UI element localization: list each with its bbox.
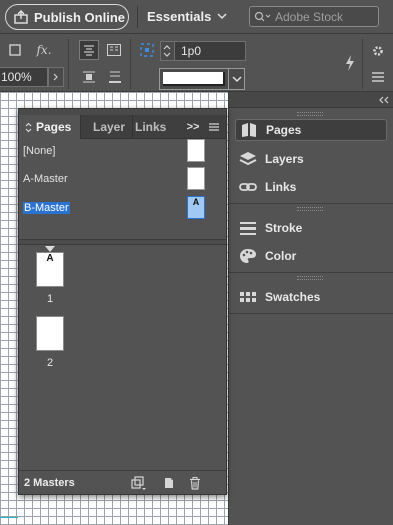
master-thumbnail[interactable]: A: [187, 196, 205, 219]
dock-item-stroke[interactable]: Stroke: [235, 217, 387, 239]
new-page-icon[interactable]: [161, 475, 177, 491]
divider: [362, 39, 363, 89]
panel-section-divider[interactable]: [19, 239, 226, 245]
divider: [68, 39, 69, 89]
more-tabs-icon[interactable]: >>: [185, 119, 201, 135]
stroke-icon: [240, 222, 256, 235]
app-bar: Publish Online Essentials: [0, 0, 393, 34]
stroke-type-dropdown[interactable]: [159, 68, 245, 90]
divider: [137, 6, 138, 28]
edit-page-size-icon[interactable]: [131, 475, 147, 491]
page-number: 1: [46, 293, 54, 305]
offset-field[interactable]: [174, 41, 246, 61]
stock-search-box[interactable]: [249, 6, 379, 27]
pages-panel: Pages Layers Links >> [None] A-Master B-…: [18, 108, 227, 495]
reference-point-icon[interactable]: [138, 41, 156, 59]
dock-item-label: Layers: [265, 152, 304, 166]
tab-label: Links: [135, 120, 167, 134]
dock-item-pages[interactable]: Pages: [235, 119, 387, 141]
dock-item-color[interactable]: Color: [235, 245, 387, 267]
status-text: 2 Masters: [24, 477, 75, 489]
workspace-label: Essentials: [147, 9, 212, 24]
page-number: 2: [46, 357, 54, 369]
publish-online-button[interactable]: Publish Online: [5, 4, 129, 30]
workspace-switcher[interactable]: Essentials: [147, 9, 227, 24]
panel-menu-icon[interactable]: [205, 119, 223, 135]
master-label: [None]: [23, 145, 56, 157]
align-bottom-icon[interactable]: [107, 69, 123, 85]
sort-arrows-icon: [25, 122, 32, 132]
align-top-icon[interactable]: [81, 69, 97, 85]
effects-fx-icon[interactable]: fx.: [34, 42, 54, 58]
publish-online-label: Publish Online: [34, 9, 126, 25]
master-thumbnail[interactable]: [187, 167, 205, 190]
tab-label: Pages: [36, 120, 72, 134]
trash-icon[interactable]: [187, 475, 203, 491]
color-palette-icon: [240, 249, 256, 263]
dock-item-links[interactable]: Links: [235, 176, 387, 198]
dock-header: [229, 92, 393, 108]
zoom-dropdown-button[interactable]: [48, 67, 64, 87]
master-row-b[interactable]: B-Master A: [19, 195, 226, 221]
dock-grip[interactable]: [297, 207, 323, 211]
master-thumbnail[interactable]: [187, 139, 205, 162]
chevron-down-icon: [217, 13, 227, 20]
zoom-field[interactable]: [0, 67, 48, 87]
guide-line: [0, 517, 18, 518]
dock-item-layers[interactable]: Layers: [235, 148, 387, 170]
dock-grip[interactable]: [297, 112, 323, 116]
dock-item-label: Pages: [266, 123, 302, 137]
divider: [229, 272, 393, 273]
swatches-icon: [240, 292, 256, 302]
stroke-swatch: [163, 72, 225, 86]
hamburger-menu-icon[interactable]: [370, 70, 386, 84]
text-frame-columns-icon[interactable]: [105, 42, 123, 58]
lightning-icon[interactable]: [343, 54, 357, 72]
tab-pages[interactable]: Pages: [19, 115, 81, 139]
align-center-text-icon[interactable]: [79, 40, 99, 60]
search-input[interactable]: [275, 9, 371, 24]
pages-icon: [242, 123, 256, 137]
thumbnail-master-letter: A: [46, 253, 54, 264]
dock-item-label: Stroke: [265, 221, 303, 235]
tab-links[interactable]: Links: [132, 115, 168, 139]
tab-label: Layers: [93, 120, 125, 134]
share-upload-icon: [14, 10, 28, 24]
divider: [229, 313, 393, 314]
master-label: B-Master: [23, 202, 70, 214]
tab-layers[interactable]: Layers: [93, 115, 125, 139]
right-panel-dock: Pages Layers Links Stroke Color Swatches: [228, 92, 393, 525]
gear-icon[interactable]: [370, 43, 386, 59]
divider: [130, 39, 131, 89]
offset-stepper[interactable]: [160, 41, 174, 61]
thumbnail-master-letter: A: [192, 197, 200, 207]
page-thumbnail[interactable]: A: [36, 252, 64, 287]
chevron-down-icon: [228, 69, 244, 89]
dock-item-swatches[interactable]: Swatches: [235, 286, 387, 308]
master-row-none[interactable]: [None]: [19, 138, 226, 164]
collapse-dock-icon[interactable]: [379, 96, 389, 104]
panel-footer: 2 Masters: [19, 470, 226, 494]
master-label: A-Master: [23, 173, 68, 185]
page-thumbnail[interactable]: [36, 316, 64, 351]
links-icon: [239, 183, 257, 191]
dock-item-label: Links: [265, 180, 297, 194]
layers-icon: [239, 152, 257, 166]
frame-icon[interactable]: [7, 42, 23, 58]
panel-tab-bar: Pages Layers Links >>: [19, 115, 226, 139]
divider: [229, 203, 393, 204]
dock-grip[interactable]: [297, 276, 323, 280]
master-row-a[interactable]: A-Master: [19, 166, 226, 192]
control-bar: fx.: [0, 35, 393, 92]
chevron-right-icon: [53, 73, 58, 81]
search-icon: [254, 11, 271, 21]
dock-item-label: Swatches: [265, 290, 321, 304]
dock-item-label: Color: [265, 249, 297, 263]
